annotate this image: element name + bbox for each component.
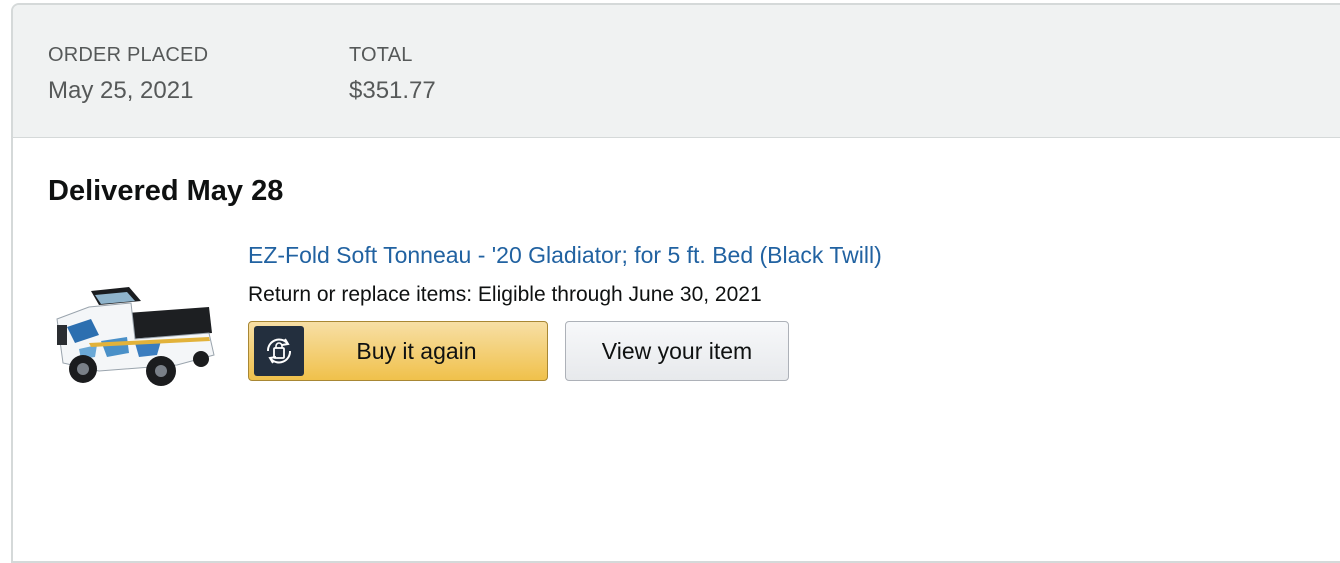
buy-again-icon [254, 326, 304, 376]
view-your-item-button[interactable]: View your item [565, 321, 789, 381]
product-image[interactable] [49, 283, 219, 391]
buy-again-button[interactable]: Buy it again [248, 321, 548, 381]
order-total-label: TOTAL [349, 44, 413, 66]
view-your-item-label: View your item [601, 337, 753, 364]
order-placed-label: ORDER PLACED [48, 44, 209, 66]
order-placed-date: May 25, 2021 [48, 77, 194, 104]
return-eligibility-text: Return or replace items: Eligible throug… [248, 283, 762, 306]
buy-again-label: Buy it again [356, 337, 477, 364]
order-card: ORDER PLACED May 25, 2021 TOTAL $351.77 … [11, 3, 1340, 563]
delivery-status: Delivered May 28 [48, 175, 284, 207]
order-header: ORDER PLACED May 25, 2021 TOTAL $351.77 [13, 5, 1340, 138]
order-total-value: $351.77 [349, 77, 436, 104]
order-placed-column: ORDER PLACED May 25, 2021 [48, 43, 208, 105]
product-title-link[interactable]: EZ-Fold Soft Tonneau - '20 Gladiator; fo… [248, 240, 882, 270]
product-truck-image [56, 287, 215, 386]
order-total-column: TOTAL $351.77 [349, 43, 436, 105]
